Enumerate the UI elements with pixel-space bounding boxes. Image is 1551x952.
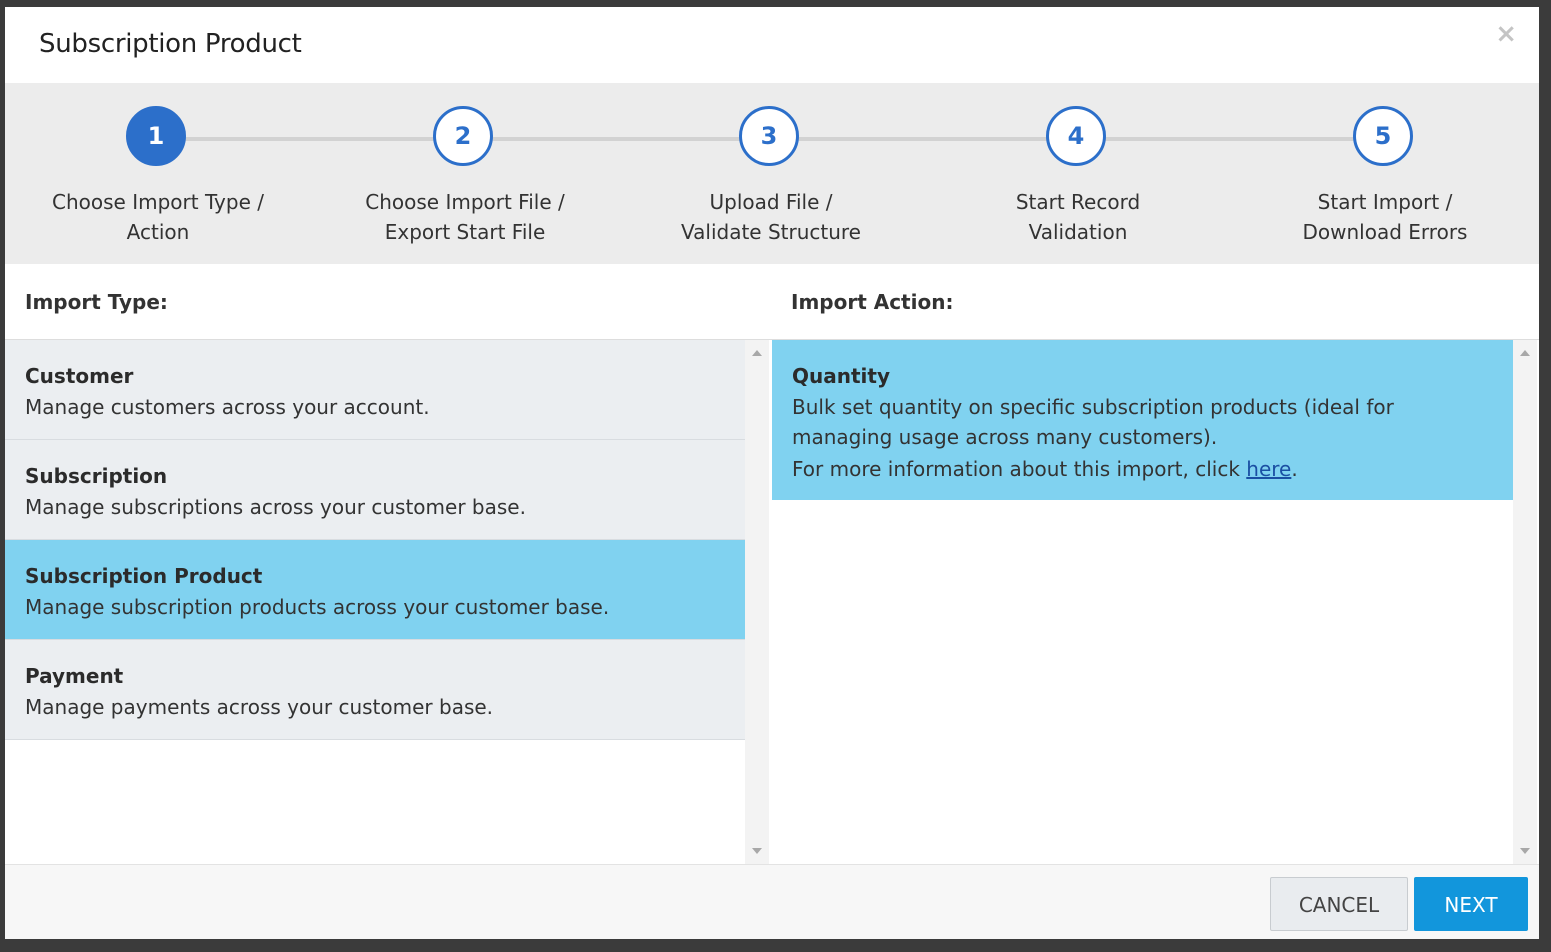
item-description: Manage customers across your account. [25, 395, 430, 419]
scroll-down-icon[interactable] [1520, 848, 1530, 854]
section-headers: Import Type: Import Action: [5, 264, 1539, 340]
step-2-label: Choose Import File / Export Start File [365, 190, 565, 244]
import-action-list: Quantity Bulk set quantity on specific s… [772, 340, 1513, 864]
more-info-link[interactable]: here [1246, 457, 1291, 481]
cancel-button[interactable]: CANCEL [1270, 877, 1408, 931]
modal-title: Subscription Product [39, 29, 302, 59]
step-4-label: Start Record Validation [1015, 190, 1141, 244]
step-4-circle: 4 [1046, 106, 1106, 166]
step-4: 4 Start Record Validation [948, 83, 1208, 264]
step-1: 1 Choose Import Type / Action [28, 83, 288, 264]
step-1-label: Choose Import Type / Action [52, 190, 264, 244]
step-1-circle: 1 [126, 106, 186, 166]
import-action-item-quantity[interactable]: Quantity Bulk set quantity on specific s… [772, 340, 1513, 500]
step-3-label: Upload File / Validate Structure [681, 190, 861, 244]
next-button[interactable]: NEXT [1414, 877, 1528, 931]
step-2: 2 Choose Import File / Export Start File [335, 83, 595, 264]
import-type-heading: Import Type: [25, 290, 168, 314]
import-stepper: 1 Choose Import Type / Action 2 Choose I… [5, 83, 1539, 264]
scroll-up-icon[interactable] [1520, 350, 1530, 356]
import-type-item-payment[interactable]: Payment Manage payments across your cust… [5, 640, 745, 740]
scroll-up-icon[interactable] [752, 350, 762, 356]
import-type-scrollbar[interactable] [745, 340, 769, 864]
import-action-scrollbar[interactable] [1513, 340, 1537, 864]
item-title: Payment [25, 664, 124, 688]
item-title: Subscription Product [25, 564, 263, 588]
import-modal: Subscription Product × 1 Choose Import T… [5, 7, 1539, 939]
item-title: Quantity [792, 364, 890, 388]
import-type-list: Customer Manage customers across your ac… [5, 340, 745, 864]
info-suffix: . [1291, 457, 1298, 481]
close-icon[interactable]: × [1495, 21, 1517, 47]
info-prefix: For more information about this import, … [792, 457, 1247, 481]
step-2-circle: 2 [433, 106, 493, 166]
item-title: Customer [25, 364, 134, 388]
step-3: 3 Upload File / Validate Structure [641, 83, 901, 264]
item-info: For more information about this import, … [792, 454, 1473, 484]
import-action-heading: Import Action: [791, 290, 954, 314]
item-title: Subscription [25, 464, 168, 488]
modal-header: Subscription Product × [5, 7, 1539, 83]
import-type-item-subscription-product[interactable]: Subscription Product Manage subscription… [5, 540, 745, 640]
item-description: Manage subscriptions across your custome… [25, 495, 526, 519]
scroll-down-icon[interactable] [752, 848, 762, 854]
item-description: Manage payments across your customer bas… [25, 695, 494, 719]
step-5-label: Start Import / Download Errors [1302, 190, 1468, 244]
step-5-circle: 5 [1353, 106, 1413, 166]
step-3-circle: 3 [739, 106, 799, 166]
item-description: Bulk set quantity on specific subscripti… [792, 395, 1394, 449]
modal-footer: CANCEL NEXT [5, 864, 1539, 939]
item-description: Manage subscription products across your… [25, 595, 610, 619]
import-type-item-customer[interactable]: Customer Manage customers across your ac… [5, 340, 745, 440]
step-5: 5 Start Import / Download Errors [1255, 83, 1515, 264]
import-type-item-subscription[interactable]: Subscription Manage subscriptions across… [5, 440, 745, 540]
